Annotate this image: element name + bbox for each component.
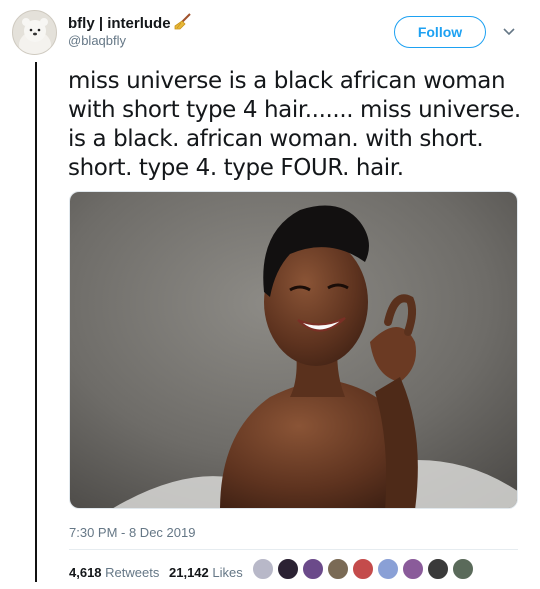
retweets-label: Retweets (105, 565, 160, 580)
follow-button[interactable]: Follow (394, 16, 486, 48)
liker-avatar[interactable] (352, 558, 374, 580)
user-handle[interactable]: @blaqbfly (68, 33, 126, 48)
liker-avatar[interactable] (302, 558, 324, 580)
photo-image (70, 192, 517, 508)
tweet-line: short. type 4. type FOUR. hair. (68, 155, 404, 181)
likes-label: Likes (212, 565, 243, 580)
divider (69, 549, 518, 550)
liker-avatar[interactable] (402, 558, 424, 580)
thread-line (35, 62, 37, 582)
liker-avatar[interactable] (327, 558, 349, 580)
retweets-stat[interactable]: 4,618 Retweets (69, 565, 159, 580)
retweets-count: 4,618 (69, 565, 102, 580)
likers-avatars (252, 558, 477, 582)
display-name-text: bfly | interlude (68, 15, 171, 32)
tweet-line: is a black. african woman. with short. (68, 126, 484, 152)
tweet-line: miss universe is a black african woman (68, 68, 506, 94)
broom-icon (174, 13, 191, 30)
likes-count: 21,142 (169, 565, 209, 580)
tweet-stats: 4,618 Retweets 21,142 Likes (69, 565, 249, 580)
liker-avatar[interactable] (427, 558, 449, 580)
tweet-timestamp[interactable]: 7:30 PM - 8 Dec 2019 (69, 525, 195, 540)
tweet-text: miss universe is a black african woman w… (68, 67, 521, 183)
tweet-photo[interactable] (69, 191, 518, 509)
avatar-image (13, 11, 56, 54)
chevron-down-icon[interactable] (502, 24, 516, 38)
likes-stat[interactable]: 21,142 Likes (169, 565, 243, 580)
tweet-line: with short type 4 hair....... miss unive… (68, 97, 521, 123)
liker-avatar[interactable] (452, 558, 474, 580)
liker-avatar[interactable] (277, 558, 299, 580)
liker-avatar[interactable] (377, 558, 399, 580)
liker-avatar[interactable] (252, 558, 274, 580)
avatar[interactable] (12, 10, 57, 55)
display-name[interactable]: bfly | interlude (68, 12, 192, 32)
